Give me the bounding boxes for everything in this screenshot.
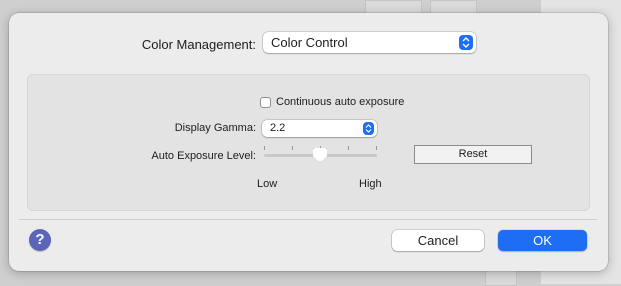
color-management-dialog: Color Management: Color Control Continuo… <box>9 13 608 271</box>
exposure-settings-group: Continuous auto exposure Display Gamma: … <box>27 74 590 211</box>
ok-button[interactable]: OK <box>498 230 587 251</box>
color-management-value: Color Control <box>271 35 348 50</box>
auto-exposure-level-slider[interactable] <box>264 145 377 165</box>
reset-button[interactable]: Reset <box>414 145 532 164</box>
slider-tick <box>264 146 265 150</box>
background-panel <box>365 0 422 14</box>
cancel-button[interactable]: Cancel <box>392 230 484 251</box>
slider-low-label: Low <box>257 178 278 190</box>
slider-tick <box>348 146 349 150</box>
display-gamma-popup[interactable]: 2.2 <box>262 120 377 137</box>
color-management-label: Color Management: <box>141 37 256 52</box>
continuous-auto-exposure-checkbox[interactable] <box>260 96 271 108</box>
up-down-chevron-icon <box>363 122 374 135</box>
display-gamma-value: 2.2 <box>270 122 286 134</box>
slider-high-label: High <box>359 178 382 190</box>
continuous-auto-exposure-label: Continuous auto exposure <box>276 96 405 108</box>
background-panel <box>430 0 477 14</box>
continuous-auto-exposure-row[interactable]: Continuous auto exposure <box>260 96 404 108</box>
question-mark-icon[interactable]: ? <box>29 229 51 251</box>
auto-exposure-level-label: Auto Exposure Level: <box>151 150 256 162</box>
display-gamma-label: Display Gamma: <box>174 122 256 134</box>
slider-thumb[interactable] <box>313 148 327 162</box>
divider <box>19 219 598 220</box>
slider-tick <box>292 146 293 150</box>
color-management-row: Color Management: Color Control <box>9 32 608 56</box>
color-management-popup[interactable]: Color Control <box>263 32 476 53</box>
slider-tick <box>376 146 377 150</box>
up-down-chevron-icon <box>459 35 473 50</box>
